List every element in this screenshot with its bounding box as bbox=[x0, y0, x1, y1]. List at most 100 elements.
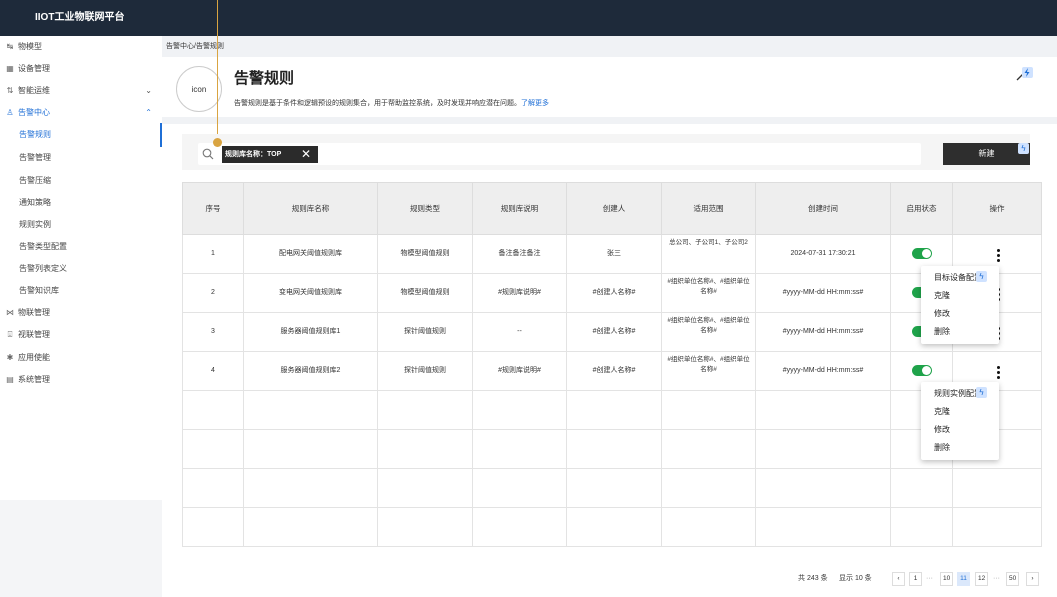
sidebar-item[interactable]: ▦ 设备管理 bbox=[0, 60, 162, 78]
sidebar-subitem[interactable]: 通知策略 bbox=[0, 194, 162, 212]
table-cell: #创建人名称# bbox=[566, 312, 662, 352]
sidebar-subitem[interactable]: 告警规则 bbox=[0, 123, 162, 147]
table-cell: 张三 bbox=[566, 234, 662, 274]
page-button[interactable]: 12 bbox=[975, 572, 989, 586]
next-page-button[interactable]: › bbox=[1026, 572, 1039, 586]
table-cell: #组织单位名称#、#组织单位名称# bbox=[661, 351, 756, 391]
rules-table: 序号 规则库名称 规则类型 规则库说明 创建人 适用范围 创建时间 启用状态 操作 1 配电网关阈… bbox=[182, 182, 1042, 547]
page-size-select[interactable]: 显示 10 条 bbox=[839, 572, 872, 586]
action-menu: 规则实例配置 克隆 修改 删除 bbox=[921, 382, 999, 460]
menu-item[interactable]: 删除 bbox=[921, 323, 999, 341]
table-cell: 2024-07-31 17:30:21 bbox=[755, 234, 891, 274]
empty-cell bbox=[472, 468, 567, 508]
annotation-dot bbox=[213, 138, 222, 147]
menu-item[interactable]: 克隆 bbox=[921, 287, 999, 305]
sidebar-subitem[interactable]: 告警类型配置 bbox=[0, 238, 162, 256]
more-icon[interactable] bbox=[997, 366, 1001, 381]
page-button[interactable]: 1 bbox=[909, 572, 922, 586]
empty-cell bbox=[182, 390, 244, 430]
table-cell: 备注备注备注 bbox=[472, 234, 567, 274]
table-header-row: 序号 规则库名称 规则类型 规则库说明 创建人 适用范围 创建时间 启用状态 操作 bbox=[182, 182, 1042, 235]
table-cell: 变电网关阈值规则库 bbox=[243, 273, 378, 313]
column-header: 操作 bbox=[952, 182, 1042, 235]
empty-cell bbox=[472, 507, 567, 547]
sidebar-item-label: 设备管理 bbox=[18, 64, 50, 73]
sidebar-item[interactable]: ⍗ 视联管理 bbox=[0, 326, 162, 344]
sidebar-item[interactable]: ⇅ 智能运维 ⌄ bbox=[0, 82, 162, 100]
bolt-icon: ϟ bbox=[976, 271, 987, 282]
breadcrumb[interactable]: 告警中心/告警规则 bbox=[166, 41, 224, 51]
menu-item[interactable]: 删除 bbox=[921, 439, 999, 457]
sidebar-subitem[interactable]: 规则实例 bbox=[0, 216, 162, 234]
column-header: 规则库名称 bbox=[243, 182, 378, 235]
sidebar-subitem[interactable]: 告警列表定义 bbox=[0, 260, 162, 278]
empty-cell bbox=[566, 429, 662, 469]
empty-cell bbox=[472, 390, 567, 430]
sidebar-item-label: 系统管理 bbox=[18, 375, 50, 384]
chevron-up-icon[interactable]: ⌃ bbox=[145, 104, 152, 122]
pager-ellipsis: ··· bbox=[926, 575, 933, 582]
table-cell: 服务器阈值规则库1 bbox=[243, 312, 378, 352]
table-cell: #yyyy-MM-dd HH:mm:ss# bbox=[755, 351, 891, 391]
empty-cell bbox=[377, 468, 473, 508]
status-toggle[interactable] bbox=[911, 248, 932, 260]
app-title: IIOT工业物联网平台 bbox=[35, 12, 125, 23]
search-icon[interactable] bbox=[202, 148, 214, 160]
column-header: 启用状态 bbox=[890, 182, 953, 235]
action-menu: 目标设备配置 克隆 修改 删除 bbox=[921, 266, 999, 344]
close-icon[interactable]: ✕ bbox=[301, 146, 311, 163]
empty-cell bbox=[755, 507, 891, 547]
pager-ellipsis: ··· bbox=[993, 575, 1000, 582]
pin-icon[interactable] bbox=[1016, 67, 1033, 82]
table-row: 2 变电网关阈值规则库 物模型阈值规则 #规则库说明# #创建人名称# #组织单位名称#、… bbox=[182, 273, 1042, 313]
empty-cell bbox=[661, 390, 756, 430]
learn-more-link[interactable]: 了解更多 bbox=[521, 100, 549, 107]
table-cell: 物模型阈值规则 bbox=[377, 273, 473, 313]
table-cell: #yyyy-MM-dd HH:mm:ss# bbox=[755, 312, 891, 352]
sidebar-item[interactable]: ♙ 告警中心 ⌃ bbox=[0, 104, 162, 122]
menu-item[interactable]: 修改 bbox=[921, 421, 999, 439]
table-row bbox=[182, 507, 1042, 547]
empty-cell bbox=[890, 507, 953, 547]
table-cell: 2 bbox=[182, 273, 244, 313]
sidebar-subitem[interactable]: 告警管理 bbox=[0, 149, 162, 167]
page-button[interactable]: 10 bbox=[940, 572, 954, 586]
empty-cell bbox=[243, 468, 378, 508]
sidebar-item-label: 智能运维 bbox=[18, 86, 50, 95]
empty-cell bbox=[755, 468, 891, 508]
chevron-down-icon[interactable]: ⌄ bbox=[145, 82, 152, 100]
page-button[interactable]: 11 bbox=[957, 572, 970, 586]
sidebar-subitem[interactable]: 告警知识库 bbox=[0, 282, 162, 300]
status-toggle[interactable] bbox=[911, 365, 932, 377]
sidebar-item[interactable]: ↹ 物模型 bbox=[0, 38, 162, 56]
empty-cell bbox=[755, 429, 891, 469]
new-button[interactable]: 新建 bbox=[943, 143, 1030, 165]
bolt-icon: ϟ bbox=[976, 387, 987, 398]
sidebar-item-label: 告警压缩 bbox=[19, 176, 51, 185]
menu-item[interactable]: 规则实例配置 bbox=[921, 385, 999, 403]
table-cell: 服务器阈值规则库2 bbox=[243, 351, 378, 391]
sidebar-item[interactable]: ⋈ 物联管理 bbox=[0, 304, 162, 322]
page-title: 告警规则 bbox=[234, 70, 295, 87]
column-header: 创建人 bbox=[566, 182, 662, 235]
table-cell: #组织单位名称#、#组织单位名称# bbox=[661, 312, 756, 352]
column-header: 序号 bbox=[182, 182, 244, 235]
empty-cell bbox=[243, 429, 378, 469]
sidebar-item[interactable]: ✱ 应用使能 bbox=[0, 349, 162, 367]
empty-cell bbox=[566, 507, 662, 547]
page-button[interactable]: 50 bbox=[1006, 572, 1020, 586]
sidebar-item[interactable]: ▤ 系统管理 bbox=[0, 371, 162, 389]
total-count: 共 243 条 bbox=[798, 575, 828, 582]
menu-item[interactable]: 修改 bbox=[921, 305, 999, 323]
empty-cell bbox=[566, 468, 662, 508]
menu-item[interactable]: 克隆 bbox=[921, 403, 999, 421]
filter-tag-label: 规则库名称：TOP bbox=[225, 151, 282, 158]
model-icon: ↹ bbox=[6, 42, 14, 51]
table-cell: #创建人名称# bbox=[566, 273, 662, 313]
prev-page-button[interactable]: ‹ bbox=[892, 572, 905, 586]
more-icon[interactable] bbox=[997, 249, 1001, 264]
sidebar-item-label: 告警管理 bbox=[19, 153, 51, 162]
sidebar-subitem[interactable]: 告警压缩 bbox=[0, 172, 162, 190]
menu-item[interactable]: 目标设备配置 bbox=[921, 269, 999, 287]
empty-cell bbox=[377, 507, 473, 547]
